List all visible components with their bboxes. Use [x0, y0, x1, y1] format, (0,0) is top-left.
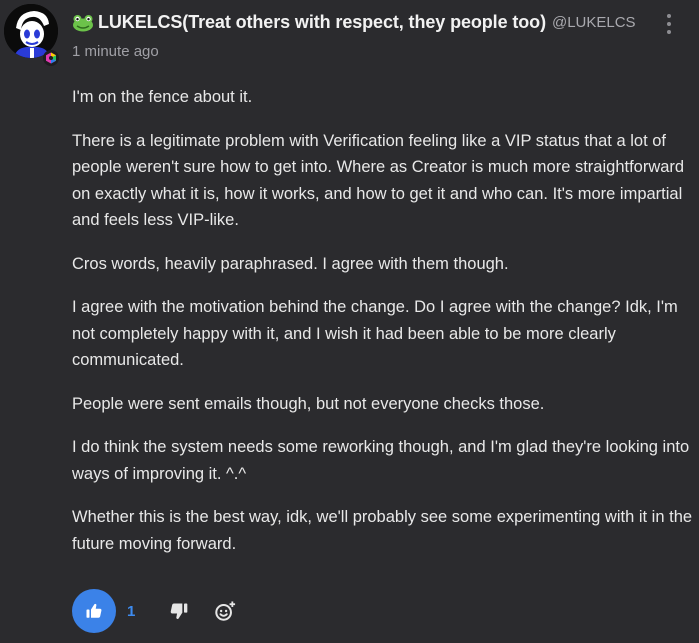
- thumbs-down-icon: [171, 603, 188, 619]
- dislike-button[interactable]: [165, 597, 193, 625]
- paragraph: I do think the system needs some reworki…: [72, 438, 690, 483]
- timestamp: 1 minute ago: [72, 43, 159, 60]
- comment-body: I'm on the fence about it. There is a le…: [72, 84, 697, 574]
- paragraph: I agree with the motivation behind the c…: [72, 298, 678, 369]
- status-badge: [43, 50, 59, 66]
- hexagon-icon: [46, 52, 56, 64]
- author-name[interactable]: LUKELCS(Treat others with respect, they …: [98, 12, 546, 33]
- paragraph: Whether this is the best way, idk, we'll…: [72, 508, 693, 553]
- paragraph: I'm on the fence about it.: [72, 88, 253, 106]
- author-handle[interactable]: @LUKELCS: [552, 14, 636, 31]
- frog-icon: [73, 14, 93, 31]
- add-reaction-icon: [215, 600, 236, 621]
- like-count: 1: [127, 602, 136, 620]
- comment-header: LUKELCS(Treat others with respect, they …: [72, 12, 659, 33]
- comment-actions: 1: [72, 589, 239, 633]
- paragraph: There is a legitimate problem with Verif…: [72, 131, 685, 230]
- add-reaction-button[interactable]: [211, 597, 239, 625]
- paragraph: People were sent emails though, but not …: [72, 394, 545, 413]
- thumbs-up-icon: [86, 603, 102, 618]
- more-options-icon[interactable]: [663, 14, 675, 34]
- paragraph: Cros words, heavily paraphrased. I agree…: [72, 254, 509, 273]
- like-button[interactable]: [72, 589, 116, 633]
